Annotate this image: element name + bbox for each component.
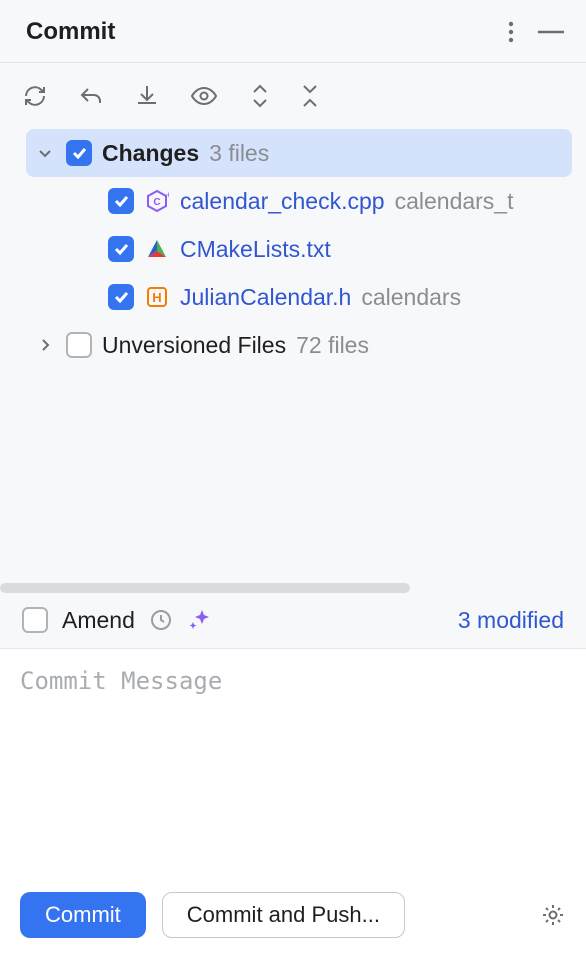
file-row[interactable]: C+ calendar_check.cpp calendars_t (26, 177, 572, 225)
file-path: calendars (361, 284, 461, 311)
expand-collapse-icon[interactable] (250, 83, 270, 109)
panel-title: Commit (26, 18, 115, 46)
chevron-right-icon[interactable] (34, 337, 56, 353)
file-checkbox[interactable] (108, 236, 134, 262)
file-name: calendar_check.cpp (180, 188, 385, 215)
preview-icon[interactable] (190, 83, 220, 109)
rollback-icon[interactable] (78, 83, 104, 109)
shelve-icon[interactable] (134, 83, 160, 109)
header-file-icon: H (144, 284, 170, 310)
commit-button[interactable]: Commit (20, 892, 146, 938)
changes-label: Changes (102, 140, 199, 167)
changes-group[interactable]: Changes 3 files (26, 129, 572, 177)
refresh-icon[interactable] (22, 83, 48, 109)
changes-count: 3 files (209, 140, 269, 167)
file-checkbox[interactable] (108, 188, 134, 214)
cmake-file-icon (144, 236, 170, 262)
file-name: CMakeLists.txt (180, 236, 331, 263)
unversioned-label: Unversioned Files (102, 332, 286, 359)
unversioned-count: 72 files (296, 332, 369, 359)
modified-status[interactable]: 3 modified (458, 607, 564, 634)
history-icon[interactable] (149, 608, 173, 632)
svg-text:H: H (152, 290, 161, 305)
unversioned-checkbox[interactable] (66, 332, 92, 358)
ai-sparkle-icon[interactable] (187, 607, 213, 633)
chevron-down-icon[interactable] (34, 145, 56, 161)
file-name: JulianCalendar.h (180, 284, 351, 311)
horizontal-scrollbar[interactable] (0, 583, 586, 593)
file-row[interactable]: H JulianCalendar.h calendars (26, 273, 572, 321)
toolbar (0, 63, 586, 129)
commit-message-input[interactable] (20, 667, 566, 859)
svg-text:C: C (153, 197, 160, 208)
svg-text:+: + (166, 190, 169, 200)
collapse-all-icon[interactable] (300, 83, 320, 109)
gear-icon[interactable] (540, 902, 566, 928)
file-checkbox[interactable] (108, 284, 134, 310)
scrollbar-thumb[interactable] (0, 583, 410, 593)
file-path: calendars_t (395, 188, 514, 215)
amend-label: Amend (62, 607, 135, 634)
file-row[interactable]: CMakeLists.txt (26, 225, 572, 273)
amend-checkbox[interactable] (22, 607, 48, 633)
minimize-icon[interactable] (538, 30, 564, 34)
unversioned-group[interactable]: Unversioned Files 72 files (26, 321, 572, 369)
more-icon[interactable] (508, 21, 514, 43)
cpp-file-icon: C+ (144, 188, 170, 214)
changes-checkbox[interactable] (66, 140, 92, 166)
changes-tree: Changes 3 files C+ calendar_check.cpp ca… (0, 129, 586, 369)
commit-and-push-button[interactable]: Commit and Push... (162, 892, 405, 938)
